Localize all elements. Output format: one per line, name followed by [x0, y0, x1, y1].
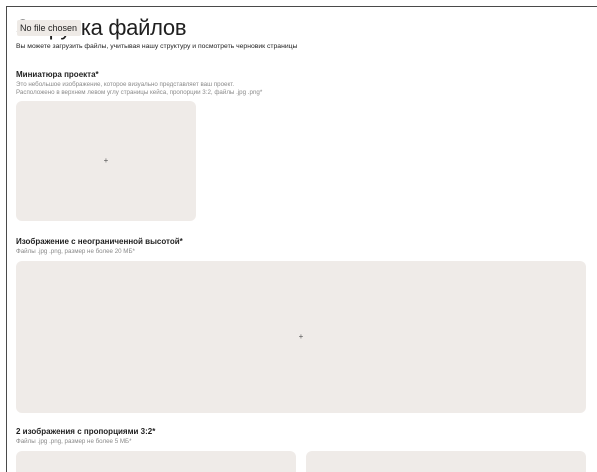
plus-icon: +	[298, 332, 304, 341]
thumbnail-dropzone[interactable]: +	[16, 101, 196, 221]
section-hint-thumbnail-2: Расположено в верхнем левом углу страниц…	[16, 89, 263, 96]
section-title-thumbnail: Миниатюра проекта*	[16, 70, 99, 79]
section-hint-thumbnail-1: Это небольшое изображение, которое визуа…	[16, 81, 235, 88]
tall-image-dropzone[interactable]: +	[16, 261, 586, 413]
two-images-dropzone-left[interactable]	[16, 451, 296, 472]
page-subtitle: Вы можете загрузить файлы, учитывая нашу…	[16, 43, 298, 50]
plus-icon: +	[103, 156, 109, 165]
section-title-tall-image: Изображение с неограниченной высотой*	[16, 237, 183, 246]
section-title-two-images: 2 изображения с пропорциями 3:2*	[16, 427, 156, 436]
file-input-status[interactable]: No file chosen	[17, 20, 82, 36]
upload-page: Загрузка файлов No file chosen Вы можете…	[6, 6, 597, 472]
title-area: Загрузка файлов No file chosen	[16, 15, 187, 41]
two-images-dropzone-right[interactable]	[306, 451, 586, 472]
section-hint-two-images: Файлы .jpg .png, размер не более 5 МБ*	[16, 438, 132, 445]
section-hint-tall-image: Файлы .jpg .png, размер не более 20 МБ*	[16, 248, 135, 255]
